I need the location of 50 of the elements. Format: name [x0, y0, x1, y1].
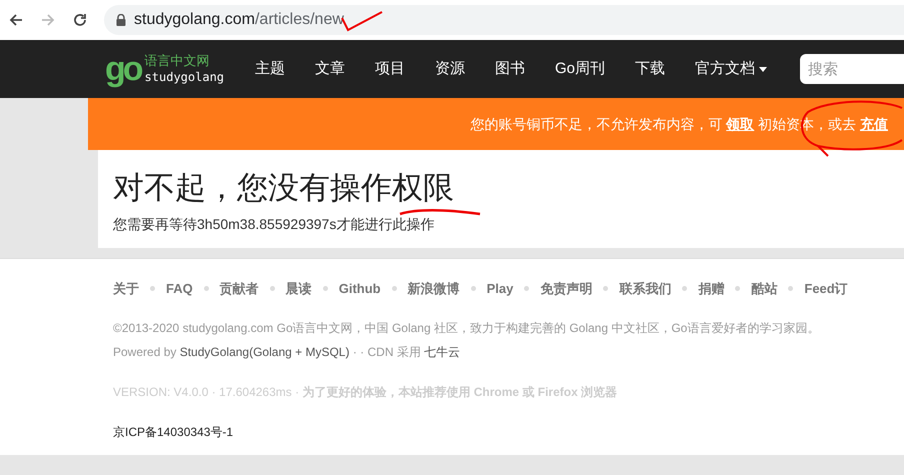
caret-icon: [759, 66, 768, 72]
bullet-icon: [682, 286, 688, 292]
nav-link[interactable]: Go周刊: [540, 58, 620, 80]
nav-link[interactable]: 资源: [420, 58, 480, 80]
bullet-icon: [204, 286, 209, 292]
footer-link[interactable]: 晨读: [286, 279, 312, 298]
footer-link[interactable]: Play: [486, 279, 514, 298]
url-text: studygolang.com/articles/new: [134, 10, 344, 30]
nav-link[interactable]: 下载: [620, 58, 680, 80]
nav-link[interactable]: 文章: [300, 58, 360, 80]
bullet-icon: [735, 286, 740, 292]
footer-link[interactable]: 捐赠: [698, 279, 724, 298]
reload-icon[interactable]: [72, 12, 88, 28]
footer-link[interactable]: FAQ: [166, 279, 193, 298]
footer-link[interactable]: 酷站: [751, 279, 778, 298]
bullet-icon: [322, 286, 328, 292]
claim-link[interactable]: 领取: [726, 116, 754, 132]
copyright-text: ©2013-2020 studygolang.com Go语言中文网，中国 Golang 社区，致力于构建完善的 Golang 中文社区，Go语言爱好者的学习家园。: [113, 320, 820, 336]
bullet-icon: [392, 286, 397, 292]
powered-by-text: Powered by StudyGolang(Golang + MySQL) · · CDN 采用 七牛云: [113, 344, 462, 360]
footer-link[interactable]: 联系我们: [619, 279, 672, 298]
nav-link[interactable]: 项目: [360, 58, 420, 80]
bullet-icon: [603, 286, 608, 292]
nav-link[interactable]: 官方文档: [680, 58, 782, 80]
footer-link[interactable]: 新浪微博: [408, 279, 460, 298]
nav-link[interactable]: 图书: [480, 58, 540, 80]
nav-link[interactable]: 主题: [240, 58, 300, 80]
back-icon[interactable]: [8, 12, 24, 28]
error-message: 您需要再等待3h50m38.855929397s才能进行此操作: [113, 215, 436, 234]
bullet-icon: [150, 286, 155, 292]
powered-by-link[interactable]: StudyGolang(Golang + MySQL): [180, 344, 350, 358]
search-field[interactable]: 搜索: [800, 54, 904, 84]
footer-link[interactable]: 贡献者: [220, 279, 259, 298]
error-title: 对不起，您没有操作权限: [113, 170, 454, 206]
footer-link[interactable]: 关于: [113, 279, 139, 298]
bullet-icon: [270, 286, 275, 292]
address-bar[interactable]: studygolang.com/articles/new: [104, 5, 904, 35]
lock-icon: [116, 14, 126, 26]
logo-mark: go: [105, 52, 141, 86]
logo-subtitle: studygolang: [144, 69, 224, 85]
footer-link[interactable]: 免责声明: [540, 279, 592, 298]
footer-link[interactable]: Feed订: [804, 279, 848, 298]
bullet-icon: [524, 286, 530, 292]
recharge-link[interactable]: 充值: [860, 116, 888, 132]
footer-link[interactable]: Github: [338, 279, 381, 298]
bullet-icon: [788, 286, 794, 292]
logo-name: 语言中文网: [144, 53, 211, 69]
icp-text: 京ICP备14030343号-1: [113, 424, 234, 440]
bullet-icon: [470, 286, 476, 292]
cdn-link[interactable]: 七牛云: [424, 344, 460, 358]
